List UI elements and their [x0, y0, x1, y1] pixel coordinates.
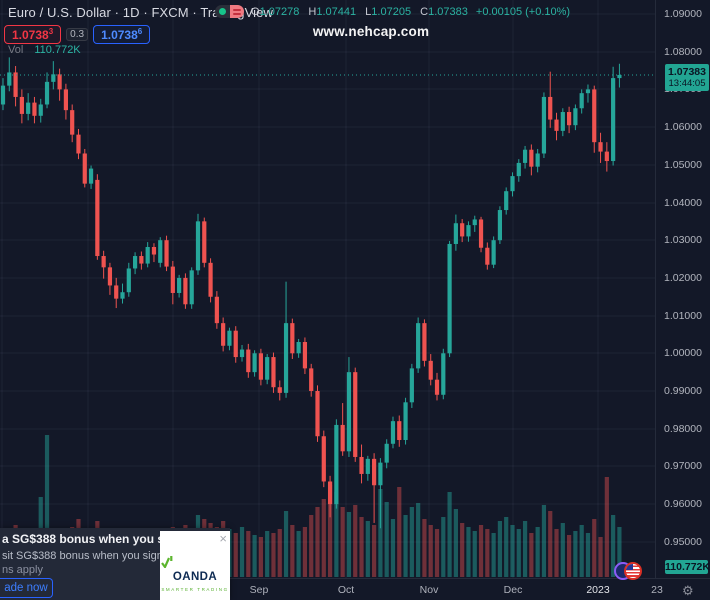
tradingview-chart-window: Euro / U.S. Dollar · 1D · FXCM · Trading…: [0, 0, 710, 600]
menu-toggle[interactable]: [229, 5, 244, 18]
hamburger-icon: [232, 8, 241, 11]
bar-countdown: 13:44:05: [668, 78, 706, 89]
time-tick-label: 2023: [586, 584, 610, 596]
close-value: 1.07383: [428, 6, 468, 18]
price-tick-label: 1.08000: [664, 46, 702, 58]
price-tick-label: 0.99000: [664, 385, 702, 397]
volume-label: Vol: [8, 44, 24, 56]
trade-now-button[interactable]: ade now: [0, 578, 53, 598]
price-tick-label: 1.09000: [664, 8, 702, 20]
price-tick-label: 1.03000: [664, 234, 702, 246]
open-label: O: [251, 6, 260, 18]
volume-value: 110.772K: [34, 44, 81, 56]
change-value: +0.00105 (+0.10%): [475, 6, 571, 18]
oanda-panel[interactable]: × OANDA SMARTER TRADING: [160, 531, 230, 600]
pair-flags-icon: [614, 561, 648, 580]
ohlc-readout: O1.07278 H1.07441 L1.07205 C1.07383 +0.0…: [251, 6, 570, 18]
close-icon[interactable]: ×: [219, 531, 227, 546]
ad-subline: sit SG$388 bonus when you sign up.: [2, 550, 182, 562]
price-tick-label: 0.97000: [664, 460, 702, 472]
price-tick-label: 1.02000: [664, 272, 702, 284]
price-tick-label: 0.98000: [664, 423, 702, 435]
time-tick-label: Sep: [249, 584, 269, 596]
price-tick-label: 0.96000: [664, 498, 702, 510]
oanda-logo: OANDA SMARTER TRADING: [160, 555, 230, 592]
price-tick-label: 1.06000: [664, 121, 702, 133]
time-tick-label: 23: [651, 584, 663, 596]
green-dot-icon: [218, 8, 226, 15]
current-price-value: 1.07383: [668, 66, 706, 78]
price-tick-label: 1.04000: [664, 197, 702, 209]
hamburger-icon: [232, 12, 241, 15]
price-tick-label: 0.95000: [664, 536, 702, 548]
candlestick-chart-plot[interactable]: [0, 0, 656, 578]
time-tick-label: Nov: [419, 584, 439, 596]
bid-ask-row: 1.07383 0.3 1.07386: [4, 25, 151, 44]
volume-indicator-row[interactable]: Vol 110.772K: [8, 44, 81, 56]
price-tick-label: 1.01000: [664, 310, 702, 322]
close-label: C: [420, 6, 429, 18]
gear-icon[interactable]: ⚙: [682, 583, 694, 599]
spread-value: 0.3: [66, 28, 89, 41]
buy-button[interactable]: 1.07386: [93, 25, 151, 44]
watermark-text: www.nehcap.com: [312, 24, 430, 39]
current-volume-label: 110.772K: [665, 560, 710, 574]
visibility-toggle[interactable]: [215, 5, 230, 18]
high-value: 1.07441: [316, 6, 357, 18]
sell-button[interactable]: 1.07383: [4, 25, 62, 44]
current-price-label: 1.07383 13:44:05: [665, 64, 709, 91]
low-value: 1.07205: [371, 6, 412, 18]
oanda-check-icon: [161, 556, 173, 568]
time-tick-label: Dec: [503, 584, 523, 596]
oanda-tagline: SMARTER TRADING: [161, 587, 229, 592]
open-value: 1.07278: [259, 6, 300, 18]
price-tick-label: 1.05000: [664, 159, 702, 171]
chart-toggle-pill[interactable]: [215, 5, 244, 18]
time-tick-label: Oct: [337, 584, 355, 596]
oanda-brand-name: OANDA: [172, 570, 218, 583]
price-tick-label: 1.00000: [664, 347, 702, 359]
us-flag-icon: [624, 562, 642, 580]
ad-terms: ns apply: [2, 564, 43, 576]
ad-banner[interactable]: a SG$388 bonus when you sign up. sit SG$…: [0, 528, 230, 600]
